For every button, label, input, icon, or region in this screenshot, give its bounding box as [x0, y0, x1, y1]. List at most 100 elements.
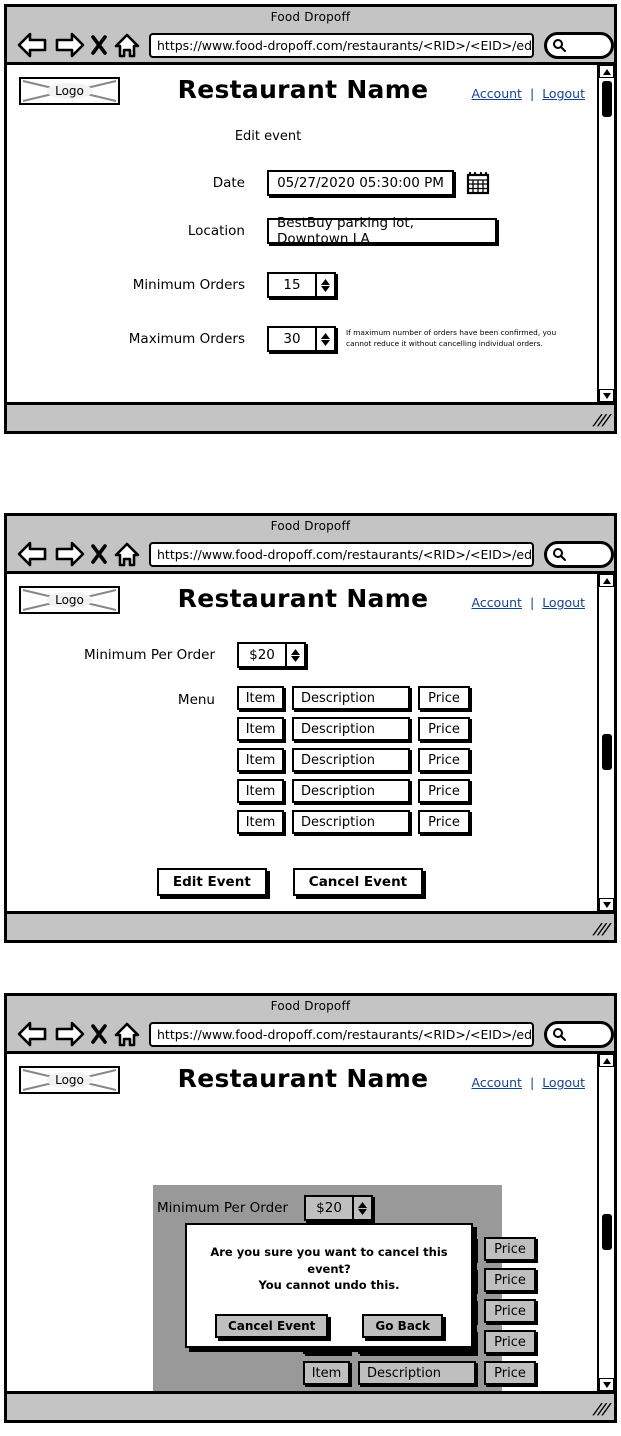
account-link[interactable]: Account: [471, 1075, 521, 1090]
back-arrow-icon[interactable]: [17, 541, 49, 567]
minimum-per-order-stepper[interactable]: $20: [304, 1195, 374, 1221]
logout-link[interactable]: Logout: [542, 1075, 585, 1090]
menu-item-cell[interactable]: Item: [237, 779, 284, 803]
date-input[interactable]: 05/27/2020 05:30:00 PM: [267, 170, 454, 196]
search-icon: [552, 1027, 566, 1041]
menu-item-cell[interactable]: Item: [237, 717, 284, 741]
close-x-icon[interactable]: [89, 1021, 109, 1047]
logout-link[interactable]: Logout: [542, 595, 585, 610]
scroll-down-icon[interactable]: [599, 1378, 614, 1391]
minimum-per-order-label: Minimum Per Order: [83, 647, 215, 663]
menu-description-cell[interactable]: Description: [292, 748, 410, 772]
page-content-3: Logo Restaurant Name Account | Logout Mi…: [7, 1054, 599, 1391]
menu-price-cell[interactable]: Price: [418, 748, 470, 772]
forward-arrow-icon[interactable]: [53, 32, 85, 58]
search-box[interactable]: [544, 1020, 614, 1048]
address-bar[interactable]: https://www.food-dropoff.com/restaurants…: [149, 541, 534, 567]
stepper-arrows-icon[interactable]: [317, 326, 336, 352]
date-row: Date 05/27/2020 05:30:00 PM: [7, 170, 599, 196]
dialog-message-line-2: You cannot undo this.: [258, 1278, 400, 1293]
location-label: Location: [187, 223, 245, 239]
minimum-orders-value[interactable]: 15: [267, 272, 317, 298]
minimum-per-order-value[interactable]: $20: [304, 1195, 355, 1221]
menu-item-cell[interactable]: Item: [237, 686, 284, 710]
scrollbar-thumb[interactable]: [602, 81, 612, 117]
menu-rows: Item Description Price Item Description …: [237, 686, 470, 834]
forward-arrow-icon[interactable]: [53, 1021, 85, 1047]
url-text: https://www.food-dropoff.com/restaurants…: [157, 546, 534, 562]
edit-event-button[interactable]: Edit Event: [156, 868, 267, 896]
minimum-per-order-value[interactable]: $20: [237, 642, 287, 668]
menu-item-cell[interactable]: Item: [237, 810, 284, 834]
minimum-orders-label: Minimum Orders: [132, 277, 245, 293]
menu-item-cell[interactable]: Item: [303, 1361, 350, 1385]
stepper-arrows-icon[interactable]: [287, 642, 306, 668]
menu-description-cell[interactable]: Description: [358, 1361, 476, 1385]
home-icon[interactable]: [113, 32, 141, 59]
scroll-down-icon[interactable]: [599, 898, 614, 911]
date-label: Date: [212, 175, 245, 191]
menu-price-cell[interactable]: Price: [418, 779, 470, 803]
browser-nav-icons: [7, 1021, 141, 1048]
maximum-orders-value[interactable]: 30: [267, 326, 317, 352]
dialog-cancel-event-button[interactable]: Cancel Event: [214, 1314, 329, 1339]
search-box[interactable]: [544, 540, 614, 568]
scroll-up-icon[interactable]: [599, 65, 614, 78]
menu-description-cell[interactable]: Description: [292, 686, 410, 710]
home-icon[interactable]: [113, 541, 141, 568]
address-bar[interactable]: https://www.food-dropoff.com/restaurants…: [149, 1021, 534, 1047]
close-x-icon[interactable]: [89, 32, 109, 58]
address-bar[interactable]: https://www.food-dropoff.com/restaurants…: [149, 32, 534, 58]
menu-price-cell[interactable]: Price: [418, 810, 470, 834]
maximum-orders-stepper[interactable]: 30: [267, 326, 336, 352]
scroll-down-icon[interactable]: [599, 389, 614, 402]
account-link[interactable]: Account: [471, 86, 521, 101]
logout-link[interactable]: Logout: [542, 86, 585, 101]
browser-title: Food Dropoff: [270, 519, 351, 533]
resize-grip-icon[interactable]: ///: [593, 411, 610, 429]
back-arrow-icon[interactable]: [17, 32, 49, 58]
site-header-3: Logo Restaurant Name Account | Logout: [7, 1054, 599, 1110]
calendar-icon[interactable]: [466, 171, 490, 195]
menu-item-cell[interactable]: Item: [237, 748, 284, 772]
menu-description-cell[interactable]: Description: [292, 810, 410, 834]
maximum-orders-label: Maximum Orders: [128, 331, 245, 347]
back-arrow-icon[interactable]: [17, 1021, 49, 1047]
minimum-per-order-label: Minimum Per Order: [157, 1200, 289, 1216]
menu-price-cell[interactable]: Price: [484, 1330, 536, 1354]
resize-grip-icon[interactable]: ///: [593, 1400, 610, 1418]
browser-chrome-1: Food Dropoff https://www.food-dropoff.co…: [7, 7, 614, 65]
menu-price-cell[interactable]: Price: [484, 1299, 536, 1323]
stepper-arrows-icon[interactable]: [354, 1195, 374, 1221]
scrollbar-thumb[interactable]: [602, 1214, 612, 1250]
header-links-3: Account | Logout: [471, 1075, 585, 1090]
menu-description-cell[interactable]: Description: [292, 717, 410, 741]
close-x-icon[interactable]: [89, 541, 109, 567]
scroll-up-icon[interactable]: [599, 1054, 614, 1067]
menu-price-cell[interactable]: Price: [484, 1237, 536, 1261]
forward-arrow-icon[interactable]: [53, 541, 85, 567]
modal-overlay[interactable]: Minimum Per Order $20 Item Description P…: [153, 1185, 536, 1391]
menu-price-cell[interactable]: Price: [484, 1268, 536, 1292]
search-box[interactable]: [544, 31, 614, 59]
minimum-per-order-stepper[interactable]: $20: [237, 642, 306, 668]
home-icon[interactable]: [113, 1021, 141, 1048]
stepper-arrows-icon[interactable]: [317, 272, 336, 298]
vertical-scrollbar[interactable]: [597, 1054, 614, 1391]
scroll-up-icon[interactable]: [599, 574, 614, 587]
resize-grip-icon[interactable]: ///: [593, 920, 610, 938]
dialog-go-back-button[interactable]: Go Back: [362, 1314, 444, 1339]
menu-price-cell[interactable]: Price: [484, 1361, 536, 1385]
menu-price-cell[interactable]: Price: [418, 686, 470, 710]
vertical-scrollbar[interactable]: [597, 65, 614, 402]
link-separator: |: [529, 86, 535, 101]
menu-description-cell[interactable]: Description: [292, 779, 410, 803]
menu-price-cell[interactable]: Price: [418, 717, 470, 741]
vertical-scrollbar[interactable]: [597, 574, 614, 911]
location-row: Location BestBuy parking lot, Downtown L…: [7, 215, 599, 247]
location-input[interactable]: BestBuy parking lot, Downtown LA: [267, 215, 497, 247]
cancel-event-button[interactable]: Cancel Event: [292, 868, 424, 896]
minimum-orders-stepper[interactable]: 15: [267, 272, 336, 298]
scrollbar-thumb[interactable]: [602, 734, 612, 770]
account-link[interactable]: Account: [471, 595, 521, 610]
